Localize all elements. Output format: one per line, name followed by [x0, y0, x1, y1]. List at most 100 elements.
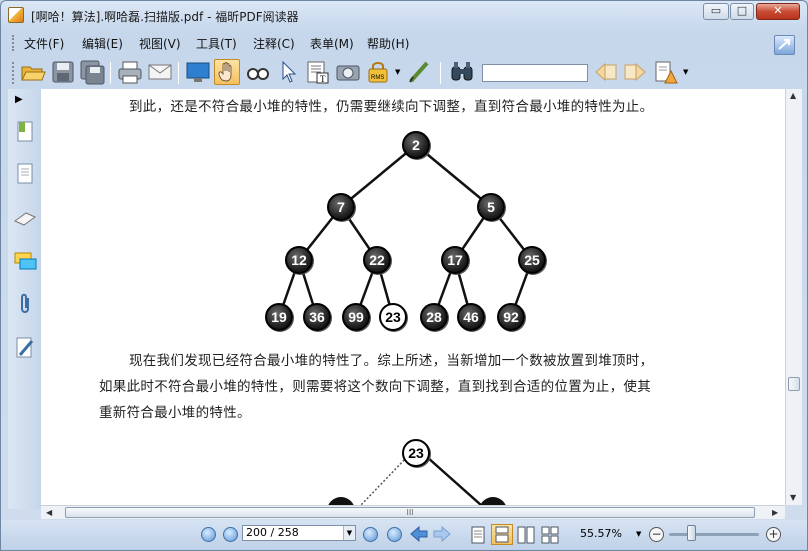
find-binoculars-icon[interactable] — [449, 59, 475, 85]
svg-text:RMS: RMS — [371, 75, 384, 81]
zoom-in-icon[interactable]: + — [766, 527, 781, 542]
go-forward-arrow-icon[interactable] — [433, 525, 451, 545]
tree-node-highlighted: 23 — [379, 303, 407, 331]
select-arrow-icon[interactable] — [275, 59, 301, 85]
fullscreen-icon[interactable] — [185, 59, 211, 85]
paragraph-line: 现在我们发现已经符合最小堆的特性了。综上所述，当新增加一个数被放置到堆顶时， — [129, 353, 654, 369]
layers-icon[interactable] — [12, 205, 38, 231]
save-icon[interactable] — [50, 59, 76, 85]
tree-node: 25 — [518, 246, 546, 274]
print-icon[interactable] — [117, 59, 143, 85]
first-page-icon[interactable] — [201, 527, 216, 542]
facing-pages-icon[interactable] — [517, 526, 535, 547]
zoom-glasses-icon[interactable] — [245, 59, 271, 85]
tree2-root-node: 23 — [402, 439, 430, 467]
bookmarks-icon[interactable] — [12, 119, 38, 145]
close-button[interactable]: ✕ — [756, 3, 800, 20]
maximize-button[interactable]: □ — [730, 3, 754, 20]
tree-node: 28 — [420, 303, 448, 331]
scroll-left-icon[interactable]: ◀ — [46, 508, 52, 517]
scroll-up-icon[interactable]: ▲ — [790, 91, 796, 100]
previous-page-icon[interactable] — [223, 527, 238, 542]
zoom-dropdown-icon[interactable]: ▼ — [636, 530, 641, 538]
title-bar: [啊哈！算法].啊哈磊.扫描版.pdf - 福昕PDF阅读器 ▭ □ ✕ — [1, 1, 807, 29]
tree-node: 92 — [497, 303, 525, 331]
zoom-slider-thumb[interactable] — [687, 525, 696, 541]
tree-node: 7 — [327, 193, 355, 221]
tree-node: 19 — [265, 303, 293, 331]
continuous-page-icon[interactable] — [491, 524, 513, 545]
panel-expand-icon[interactable]: ▶ — [15, 94, 23, 105]
email-icon[interactable] — [147, 59, 173, 85]
tree-node: 12 — [285, 246, 313, 274]
select-text-icon[interactable]: T — [305, 59, 331, 85]
snapshot-camera-icon[interactable] — [335, 59, 361, 85]
page-number-input[interactable]: 200 / 258 ▼ — [242, 525, 356, 541]
toolbar: T RMS ▼ ▼ — [7, 57, 803, 89]
window-title: [啊哈！算法].啊哈磊.扫描版.pdf - 福昕PDF阅读器 — [31, 10, 299, 24]
minimize-button[interactable]: ▭ — [703, 3, 729, 20]
foxit-app-icon — [8, 7, 24, 23]
search-input[interactable] — [482, 64, 588, 82]
vertical-scrollbar[interactable]: ▲ ▼ — [785, 89, 802, 505]
toolbar-separator — [110, 62, 111, 84]
sign-pen-icon[interactable] — [407, 59, 433, 85]
document-view[interactable]: 到此，还是不符合最小堆的特性，仍需要继续向下调整，直到符合最小堆的特性为止。 2… — [41, 89, 785, 505]
horizontal-scroll-thumb[interactable]: III — [65, 507, 755, 518]
paragraph-line: 重新符合最小堆的特性。 — [99, 405, 251, 421]
navigation-panel — [8, 89, 41, 509]
heap-tree-edges — [277, 144, 534, 318]
continuous-facing-icon[interactable] — [541, 526, 559, 547]
svg-text:T: T — [320, 74, 326, 84]
rms-dropdown-icon[interactable]: ▼ — [395, 68, 400, 76]
single-page-icon[interactable] — [470, 526, 486, 547]
tree-node: 22 — [363, 246, 391, 274]
hand-tool-icon[interactable] — [214, 59, 240, 85]
signatures-icon[interactable] — [12, 335, 38, 361]
search-options-icon[interactable] — [653, 59, 679, 85]
attachments-paperclip-icon[interactable] — [12, 291, 38, 317]
app-window: [啊哈！算法].啊哈磊.扫描版.pdf - 福昕PDF阅读器 ▭ □ ✕ 文件(… — [0, 0, 808, 551]
next-page-icon[interactable] — [363, 527, 378, 542]
menu-file[interactable]: 文件(F) — [24, 35, 64, 52]
rms-lock-icon[interactable]: RMS — [365, 59, 391, 85]
pages-thumbnail-icon[interactable] — [12, 161, 38, 187]
go-back-arrow-icon[interactable] — [410, 525, 428, 545]
page-dropdown-icon[interactable]: ▼ — [343, 526, 355, 540]
zoom-out-icon[interactable]: − — [649, 527, 664, 542]
search-dropdown-icon[interactable]: ▼ — [683, 68, 688, 76]
menu-edit[interactable]: 编辑(E) — [82, 35, 123, 52]
open-folder-icon[interactable] — [20, 59, 46, 85]
menu-view[interactable]: 视图(V) — [139, 35, 181, 52]
horizontal-scrollbar[interactable]: ◀ III ▶ — [41, 505, 785, 519]
toolbar-grip[interactable] — [12, 62, 15, 84]
tree-node: 5 — [477, 193, 505, 221]
menu-help[interactable]: 帮助(H) — [367, 35, 409, 52]
scroll-right-icon[interactable]: ▶ — [772, 508, 778, 517]
expand-icon[interactable] — [774, 35, 795, 55]
status-bar: 200 / 258 ▼ 55.57% ▼ − + — [1, 520, 807, 550]
tree-node: 36 — [303, 303, 331, 331]
page-number-value: 200 / 258 — [246, 526, 299, 539]
tree-node: 46 — [457, 303, 485, 331]
paragraph-line: 如果此时不符合最小堆的特性，则需要将这个数向下调整，直到找到合适的位置为止，使其 — [99, 379, 651, 395]
tree-node: 17 — [441, 246, 469, 274]
menu-form[interactable]: 表单(M) — [310, 35, 354, 52]
last-page-icon[interactable] — [387, 527, 402, 542]
vertical-scroll-thumb[interactable] — [788, 377, 800, 391]
text-line: 到此，还是不符合最小堆的特性，仍需要继续向下调整，直到符合最小堆的特性为止。 — [129, 99, 654, 115]
menu-comment[interactable]: 注释(C) — [253, 35, 295, 52]
find-previous-icon[interactable] — [593, 59, 619, 85]
toolbar-separator — [178, 62, 179, 84]
scroll-down-icon[interactable]: ▼ — [790, 493, 796, 502]
menu-grip[interactable] — [12, 35, 15, 51]
tree-node: 2 — [402, 131, 430, 159]
find-next-icon[interactable] — [622, 59, 648, 85]
tree-node: 99 — [342, 303, 370, 331]
comments-icon[interactable] — [12, 249, 38, 275]
menu-tools[interactable]: 工具(T) — [196, 35, 237, 52]
save-as-icon[interactable] — [79, 59, 105, 85]
zoom-level[interactable]: 55.57% — [580, 527, 622, 540]
zoom-slider[interactable] — [669, 533, 759, 536]
menu-bar: 文件(F) 编辑(E) 视图(V) 工具(T) 注释(C) 表单(M) 帮助(H… — [7, 32, 803, 54]
